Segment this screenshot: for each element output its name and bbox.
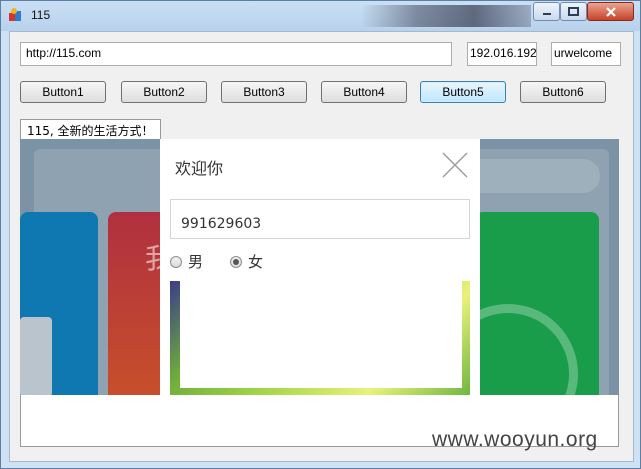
app-icon xyxy=(9,8,21,21)
window-title: 115 xyxy=(31,8,51,22)
url-input[interactable]: http://115.com xyxy=(20,42,452,66)
radio-male-dot[interactable] xyxy=(170,255,182,268)
text-field-2[interactable]: 192.016.192 xyxy=(467,42,537,66)
minimize-button[interactable] xyxy=(533,2,560,21)
close-button[interactable] xyxy=(587,2,634,21)
radio-female-dot[interactable] xyxy=(230,255,242,268)
captcha-image-blank xyxy=(180,281,462,388)
radio-female[interactable]: 女 xyxy=(230,251,263,272)
radio-female-label: 女 xyxy=(248,253,264,271)
dialog-close-icon[interactable] xyxy=(442,152,468,178)
folder-icon xyxy=(20,317,52,395)
titlebar-decoration xyxy=(361,5,531,27)
account-input[interactable]: 991629603 xyxy=(170,199,470,239)
button-6[interactable]: Button6 xyxy=(520,81,606,103)
welcome-dialog: 欢迎你 991629603 男 女 xyxy=(160,139,480,395)
close-icon xyxy=(605,6,616,17)
captcha-image xyxy=(170,281,470,395)
account-input-value: 991629603 xyxy=(181,216,262,232)
minimize-icon xyxy=(542,12,551,15)
radio-male[interactable]: 男 xyxy=(170,251,203,272)
status-label: 115, 全新的生活方式！ xyxy=(20,119,161,139)
maximize-button[interactable] xyxy=(560,2,587,21)
button-3[interactable]: Button3 xyxy=(221,81,307,103)
button-1[interactable]: Button1 xyxy=(20,81,106,103)
text-field-3[interactable]: urwelcome xyxy=(551,42,621,66)
dialog-title: 欢迎你 xyxy=(175,159,224,178)
button-5[interactable]: Button5 xyxy=(420,81,506,103)
watermark-text: www.wooyun.org xyxy=(432,428,598,451)
radio-male-label: 男 xyxy=(188,253,204,271)
maximize-icon xyxy=(568,7,579,16)
button-2[interactable]: Button2 xyxy=(121,81,207,103)
button-4[interactable]: Button4 xyxy=(321,81,407,103)
title-bar[interactable]: 115 xyxy=(1,1,640,31)
